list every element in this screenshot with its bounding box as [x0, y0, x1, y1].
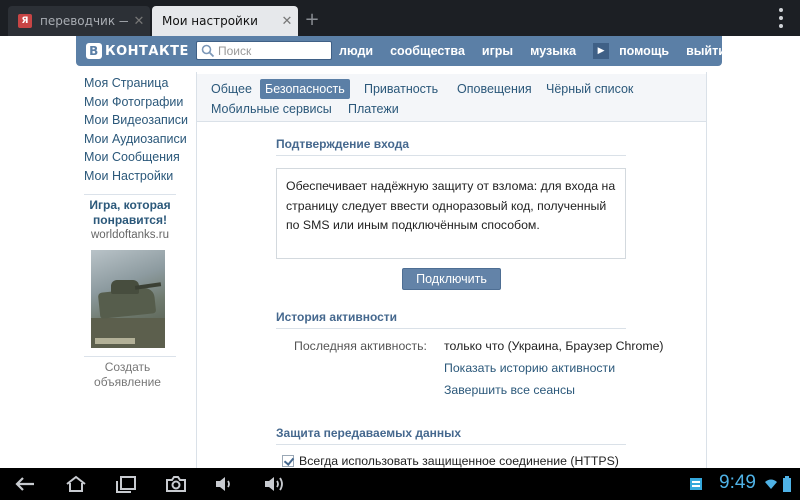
new-tab-icon[interactable]: +: [302, 10, 322, 30]
battery-icon: [780, 468, 794, 500]
nav-games[interactable]: игры: [482, 44, 513, 58]
search-icon: [201, 44, 215, 57]
vk-logo[interactable]: В КОНТАКТЕ: [86, 43, 189, 59]
left-sidebar: Моя Страница Мои Фотографии Мои Видеозап…: [84, 74, 188, 186]
page-viewport: В КОНТАКТЕ люди сообщества игры музыка ▶…: [0, 36, 800, 468]
close-tab-icon[interactable]: ✕: [128, 14, 150, 29]
https-option[interactable]: Всегда использовать защищенное соединени…: [282, 454, 619, 468]
nav-logout[interactable]: выйти: [686, 44, 726, 58]
tab-payments[interactable]: Платежи: [343, 99, 404, 119]
status-clock: 9:49: [719, 472, 756, 493]
last-activity-value: только что (Украина, Браузер Chrome): [444, 339, 664, 353]
tab-mobile-services[interactable]: Мобильные сервисы: [206, 99, 337, 119]
volume-up-icon[interactable]: [258, 468, 290, 500]
back-icon[interactable]: [10, 468, 42, 500]
notification-icon[interactable]: [686, 468, 706, 500]
sidebar-item-photos[interactable]: Мои Фотографии: [84, 93, 184, 112]
top-nav: люди сообщества игры музыка ▶ помощь вый…: [339, 36, 743, 66]
last-activity-label: Последняя активность:: [294, 339, 427, 353]
ad-domain: worldoftanks.ru: [91, 229, 169, 241]
ad-title[interactable]: Игра, которая понравится!: [80, 198, 180, 228]
sidebar-item-my-page[interactable]: Моя Страница: [84, 74, 184, 93]
activity-history-title: История активности: [276, 310, 626, 329]
tab-blacklist[interactable]: Чёрный список: [541, 79, 638, 99]
browser-menu-icon[interactable]: [778, 8, 784, 28]
search-input[interactable]: [218, 43, 328, 58]
browser-tab-settings[interactable]: Мои настройки ✕: [152, 6, 298, 36]
camera-icon[interactable]: [160, 468, 192, 500]
close-tab-icon[interactable]: ✕: [276, 14, 298, 29]
login-confirm-description: Обеспечивает надёжную защиту от взлома: …: [276, 168, 626, 259]
vk-logo-text: КОНТАКТЕ: [105, 43, 189, 59]
connect-button[interactable]: Подключить: [402, 268, 501, 290]
tab-notifications[interactable]: Оповещения: [452, 79, 537, 99]
system-bar: 9:49: [0, 468, 800, 500]
sidebar-item-messages[interactable]: Мои Сообщения: [84, 148, 184, 167]
home-icon[interactable]: [60, 468, 92, 500]
sidebar-divider: [84, 356, 176, 357]
https-label: Всегда использовать защищенное соединени…: [299, 454, 619, 468]
more-arrow-icon[interactable]: ▶: [593, 43, 610, 59]
browser-tab-translator[interactable]: Я переводчик — Ян ✕: [8, 6, 150, 36]
sidebar-item-audio[interactable]: Мои Аудиозаписи: [84, 130, 187, 149]
browser-tab-label: переводчик — Ян: [40, 14, 128, 28]
browser-tab-bar: Я переводчик — Ян ✕ Мои настройки ✕ +: [0, 0, 800, 36]
vk-header: В КОНТАКТЕ люди сообщества игры музыка ▶…: [76, 36, 726, 66]
nav-help[interactable]: помощь: [619, 44, 669, 58]
recent-apps-icon[interactable]: [110, 468, 142, 500]
vk-logo-icon: В: [86, 43, 102, 59]
nav-music[interactable]: музыка: [530, 44, 576, 58]
data-protection-title: Защита передаваемых данных: [276, 426, 626, 445]
nav-people[interactable]: люди: [339, 44, 373, 58]
search-box[interactable]: [196, 41, 332, 60]
nav-communities[interactable]: сообщества: [390, 44, 465, 58]
sidebar-divider: [84, 194, 176, 195]
yandex-favicon-icon: Я: [18, 14, 32, 28]
tab-security[interactable]: Безопасность: [260, 79, 350, 99]
login-confirm-title: Подтверждение входа: [276, 137, 626, 156]
wifi-icon: [764, 468, 778, 500]
tab-privacy[interactable]: Приватность: [359, 79, 443, 99]
show-activity-history-link[interactable]: Показать историю активности: [444, 361, 615, 375]
volume-down-icon[interactable]: [208, 468, 240, 500]
create-ad-link[interactable]: Создать объявление: [80, 360, 175, 390]
tab-general[interactable]: Общее: [206, 79, 257, 99]
settings-tabs: Общее Безопасность Приватность Оповещени…: [196, 74, 707, 122]
end-all-sessions-link[interactable]: Завершить все сеансы: [444, 383, 575, 397]
ad-image[interactable]: [91, 250, 165, 348]
https-checkbox[interactable]: [282, 455, 294, 467]
browser-tab-label: Мои настройки: [162, 14, 258, 28]
sidebar-item-videos[interactable]: Мои Видеозаписи: [84, 111, 188, 130]
sidebar-item-settings[interactable]: Мои Настройки: [84, 167, 184, 186]
